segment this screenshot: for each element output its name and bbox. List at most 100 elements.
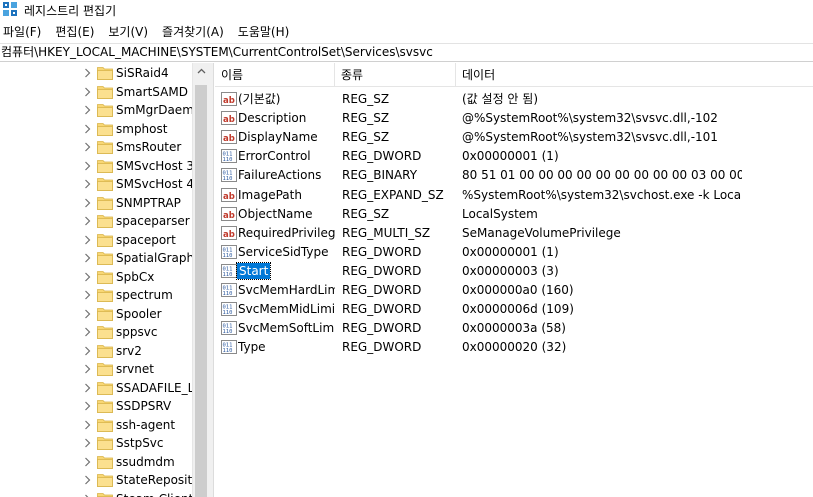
table-row[interactable]: 011 110 Type REG_DWORD 0x00000020 (32) <box>215 338 813 357</box>
tree-item[interactable]: SmMgrDaemon <box>0 101 192 119</box>
tree-item[interactable]: spaceparser <box>0 212 192 230</box>
value-name[interactable]: SvcMemSoftLimit <box>238 320 335 336</box>
column-header-type[interactable]: 종류 <box>335 63 456 87</box>
value-name[interactable]: DisplayName <box>238 129 335 145</box>
tree-item[interactable]: ssh-agent <box>0 416 192 434</box>
scroll-thumb[interactable] <box>195 85 207 497</box>
folder-icon <box>97 141 113 154</box>
chevron-right-icon[interactable] <box>84 364 91 374</box>
tree-item[interactable]: srv2 <box>0 342 192 360</box>
menu-view[interactable]: 보기(V) <box>105 22 151 42</box>
value-type: REG_SZ <box>342 111 390 126</box>
table-row[interactable]: 011 110 ErrorControl REG_DWORD 0x00000001 (1… <box>215 147 813 166</box>
value-name[interactable]: ServiceSidType <box>238 244 335 260</box>
chevron-right-icon[interactable] <box>84 420 91 430</box>
table-row[interactable]: 011 110 ServiceSidType REG_DWORD 0x00000001 … <box>215 243 813 262</box>
value-name[interactable]: ImagePath <box>238 187 335 203</box>
tree-item[interactable]: SMSvcHost 4. <box>0 175 192 193</box>
table-row[interactable]: 011 110 Start REG_DWORD 0x00000003 (3) <box>215 261 813 281</box>
table-row[interactable]: ab Description REG_SZ @%SystemRoot%\system3… <box>215 109 813 128</box>
chevron-right-icon[interactable] <box>84 327 91 337</box>
menu-edit[interactable]: 편집(E) <box>52 22 97 42</box>
chevron-right-icon[interactable] <box>84 401 91 411</box>
binary-value-icon: 011110 <box>221 244 237 259</box>
value-name[interactable]: SvcMemHardLimit <box>238 282 335 298</box>
tree-item[interactable]: spaceport <box>0 231 192 249</box>
value-name[interactable]: (기본값) <box>238 91 335 107</box>
folder-icon <box>97 381 113 395</box>
chevron-right-icon[interactable] <box>84 383 91 393</box>
value-name[interactable]: ObjectName <box>238 206 335 222</box>
chevron-right-icon[interactable] <box>84 290 91 300</box>
chevron-right-icon[interactable] <box>84 346 91 356</box>
value-name[interactable]: FailureActions <box>238 167 335 183</box>
chevron-right-icon[interactable] <box>84 198 91 208</box>
chevron-right-icon[interactable] <box>84 142 91 152</box>
tree-item[interactable]: SmsRouter <box>0 138 192 156</box>
tree-item[interactable]: spectrum <box>0 286 192 304</box>
table-row[interactable]: ab (기본값) REG_SZ (값 설정 안 됨) <box>215 90 813 109</box>
menu-file[interactable]: 파일(F) <box>0 22 44 42</box>
table-row[interactable]: ab DisplayName REG_SZ @%SystemRoot%\system3… <box>215 128 813 147</box>
list-header: 이름 종류 데이터 <box>215 63 813 87</box>
tree-item[interactable]: SpatialGraphF <box>0 249 192 267</box>
chevron-right-icon[interactable] <box>84 438 91 448</box>
tree-item[interactable]: SMSvcHost 3. <box>0 157 192 175</box>
chevron-right-icon[interactable] <box>84 105 91 115</box>
chevron-right-icon[interactable] <box>84 216 91 226</box>
value-data: 0x000000a0 (160) <box>462 283 574 297</box>
tree-item[interactable]: SmartSAMD <box>0 83 192 101</box>
value-name[interactable]: SvcMemMidLimit <box>238 301 335 317</box>
value-name[interactable]: ErrorControl <box>238 148 335 164</box>
tree-item[interactable]: smphost <box>0 120 192 138</box>
column-header-name[interactable]: 이름 <box>215 63 335 87</box>
binary-value-icon: 011110 <box>221 168 237 183</box>
address-bar[interactable]: 컴퓨터\HKEY_LOCAL_MACHINE\SYSTEM\CurrentCon… <box>0 43 813 62</box>
scroll-up-arrow-icon[interactable] <box>193 63 210 80</box>
table-row[interactable]: ab ImagePath REG_EXPAND_SZ %SystemRoot%\sys… <box>215 186 813 205</box>
chevron-right-icon[interactable] <box>84 309 91 319</box>
value-name[interactable]: Type <box>238 339 335 355</box>
table-row[interactable]: ab RequiredPrivilege REG_MULTI_SZ SeManageV… <box>215 224 813 243</box>
tree-item[interactable]: ssudmdm <box>0 453 192 471</box>
value-name[interactable]: RequiredPrivilege <box>238 225 335 241</box>
chevron-right-icon[interactable] <box>84 475 91 485</box>
tree-item[interactable]: Spooler <box>0 305 192 323</box>
tree-item[interactable]: SiSRaid4 <box>0 64 192 82</box>
binary-value-icon: 011110 <box>221 302 237 317</box>
chevron-right-icon[interactable] <box>84 124 91 134</box>
tree-item[interactable]: srvnet <box>0 360 192 378</box>
table-row[interactable]: 011 110 FailureActions REG_BINARY 80 51 01 0… <box>215 166 813 185</box>
chevron-right-icon[interactable] <box>84 87 91 97</box>
value-name[interactable]: Start <box>235 261 272 280</box>
column-header-data[interactable]: 데이터 <box>456 63 813 87</box>
table-row[interactable]: 011110SvcMemHardLimit REG_DWORD 0x000000a0… <box>215 281 813 300</box>
chevron-right-icon[interactable] <box>84 235 91 245</box>
tree-item[interactable]: SstpSvc <box>0 434 192 452</box>
tree-item[interactable]: StateRepositor <box>0 471 192 489</box>
tree-item[interactable]: SSADAFILE_LA <box>0 379 192 397</box>
chevron-right-icon[interactable] <box>84 494 91 497</box>
chevron-right-icon[interactable] <box>84 457 91 467</box>
tree-item-label: SMSvcHost 4. <box>116 177 192 191</box>
pane-splitter[interactable] <box>209 63 214 497</box>
chevron-right-icon[interactable] <box>84 161 91 171</box>
menu-favorites[interactable]: 즐겨찾기(A) <box>159 22 227 42</box>
tree-scrollbar[interactable] <box>192 63 209 497</box>
table-row[interactable]: 011 110 SvcMemMidLimit REG_DWORD 0x0000006d … <box>215 300 813 319</box>
value-data: 80 51 01 00 00 00 00 00 00 00 00 00 03 0… <box>462 168 742 183</box>
tree-item-label: SiSRaid4 <box>116 66 169 80</box>
tree-item[interactable]: Steam Client S <box>0 490 192 497</box>
tree-item[interactable]: SSDPSRV <box>0 397 192 415</box>
menu-help[interactable]: 도움말(H) <box>235 22 293 42</box>
chevron-right-icon[interactable] <box>84 253 91 263</box>
tree-item[interactable]: sppsvc <box>0 323 192 341</box>
tree-item[interactable]: SpbCx <box>0 268 192 286</box>
tree-item[interactable]: SNMPTRAP <box>0 194 192 212</box>
table-row[interactable]: ab ObjectName REG_SZ LocalSystem <box>215 205 813 224</box>
value-name[interactable]: Description <box>238 110 335 126</box>
table-row[interactable]: 011 110 SvcMemSoftLimit REG_DWORD 0x0000003a… <box>215 319 813 338</box>
chevron-right-icon[interactable] <box>84 272 91 282</box>
chevron-right-icon[interactable] <box>84 179 91 189</box>
chevron-right-icon[interactable] <box>84 68 91 78</box>
